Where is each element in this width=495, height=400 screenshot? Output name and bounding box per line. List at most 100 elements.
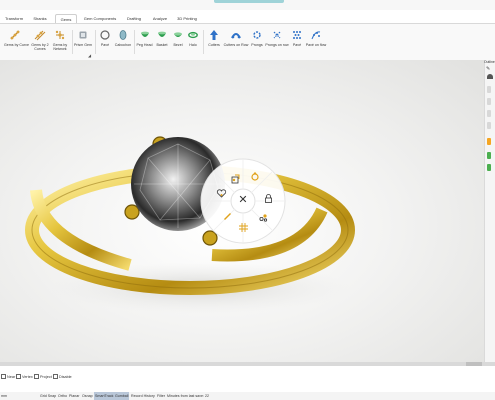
layer-swatch-green[interactable] [487, 164, 491, 171]
osnap-label: Vertex [22, 374, 33, 379]
tab-analyze[interactable]: Analyze [150, 14, 170, 23]
osnap-disable[interactable]: Disable [53, 374, 72, 379]
units-label: mm [1, 394, 7, 398]
tool-label: Cutters on Row [223, 43, 249, 47]
tool-label: Pavé [292, 43, 302, 47]
prongs-on-row-button[interactable]: Prongs on row [265, 29, 289, 47]
save-status: Minutes from last save: 22 [167, 394, 209, 398]
close-menu-icon[interactable]: ✕ [236, 193, 250, 207]
lock-icon[interactable] [263, 191, 274, 203]
tab-drafting[interactable]: Drafting [124, 14, 144, 23]
cutters-on-row-button[interactable]: Cutters on Row [223, 29, 249, 47]
planar-toggle[interactable]: Planar [69, 392, 79, 400]
ribbon-separator [203, 30, 204, 54]
tab-shanks[interactable]: Shanks [30, 14, 50, 23]
pencil-icon[interactable] [222, 208, 233, 220]
title-indicator [214, 0, 284, 3]
osnap-near[interactable]: Near [1, 374, 15, 379]
viewport-tabs-strip[interactable] [0, 362, 495, 366]
bezel-button[interactable]: Bezel [171, 29, 185, 47]
cabochon-icon [119, 30, 127, 40]
layer-swatch[interactable] [487, 98, 491, 105]
pave-button[interactable]: Pavé [98, 29, 112, 47]
gems-by-curve-button[interactable]: Gems by Curve [4, 29, 29, 47]
prism-gem-button[interactable]: Prism Gem [74, 29, 92, 47]
heart-gem-icon[interactable] [216, 186, 227, 198]
pin-icon[interactable]: ✎ [486, 66, 490, 72]
record-history-toggle[interactable]: Record History [131, 392, 155, 400]
tab-gem-components[interactable]: Gem Components [80, 14, 120, 23]
prongs-icon [253, 31, 261, 39]
pave-on-flow-icon [311, 31, 321, 40]
layer-swatch-green[interactable] [487, 152, 491, 159]
basket-button[interactable]: Basket [155, 29, 169, 47]
tool-label: Prongs on row [265, 43, 289, 47]
layer-swatch[interactable] [487, 86, 491, 93]
checkbox[interactable] [53, 374, 58, 379]
tool-label: Cutters [208, 43, 220, 47]
tool-label: Gems by Curve [4, 43, 29, 47]
basket-icon [158, 31, 166, 37]
prongs-button[interactable]: Prongs [250, 29, 264, 47]
osnap-toggle[interactable]: Osnap [82, 392, 93, 400]
transform-gem-icon[interactable] [230, 171, 241, 184]
render-icon[interactable] [487, 74, 493, 79]
tool-label: Prongs [251, 43, 263, 47]
gumball-toggle[interactable]: Gumball [114, 392, 130, 400]
gem-curve-icon [10, 30, 20, 40]
peg-head-button[interactable]: Peg Head [136, 29, 153, 47]
cutters-icon [210, 30, 218, 40]
osnap-label: Near [7, 374, 16, 379]
grid-gem-icon[interactable] [238, 220, 249, 232]
gem-two-curves-icon [34, 30, 46, 41]
panel-expand-icon[interactable]: ◢ [88, 53, 91, 58]
checkbox[interactable] [34, 374, 39, 379]
status-bar: mm Grid Snap Ortho Planar Osnap SmartTra… [0, 392, 495, 400]
filter-toggle[interactable]: Filter [157, 392, 165, 400]
tool-label: Halo [189, 43, 197, 47]
gem-cluster-icon[interactable] [258, 210, 269, 222]
tab-3d-printing[interactable]: 3D Printing [176, 14, 198, 23]
pave-grid-button[interactable]: Pavé [290, 29, 304, 47]
ribbon-panel: Gems by Curve Gems by 2 Curves Gems by N… [0, 23, 495, 61]
osnap-vertex[interactable]: Vertex [16, 374, 33, 379]
pave-on-flow-button[interactable]: Pavé on flow [305, 29, 327, 47]
tool-label: Cabochon [114, 43, 132, 47]
right-side-panel [484, 60, 495, 362]
tool-label: Gems by Network [52, 43, 68, 51]
grid-snap-toggle[interactable]: Grid Snap [40, 392, 56, 400]
ortho-toggle[interactable]: Ortho [58, 392, 67, 400]
tool-label: Bezel [173, 43, 183, 47]
osnap-project[interactable]: Project [34, 374, 52, 379]
gem-ring-icon[interactable] [250, 168, 260, 181]
peg-head-icon [140, 31, 149, 37]
pave-grid-icon [293, 31, 301, 39]
cabochon-button[interactable]: Cabochon [114, 29, 132, 47]
prongs-on-row-icon [273, 31, 281, 39]
gems-by-network-button[interactable]: Gems by Network [51, 29, 69, 51]
layer-swatch[interactable] [487, 110, 491, 117]
layer-swatch-orange[interactable] [487, 138, 491, 145]
ribbon-separator [134, 30, 135, 54]
ribbon-separator [95, 30, 96, 54]
smarttrack-toggle[interactable]: SmartTrack [94, 392, 115, 400]
panel-title: Outline [484, 60, 495, 64]
tool-label: Pavé [100, 43, 110, 47]
prong-tip [124, 204, 140, 220]
gems-by-2-curves-button[interactable]: Gems by 2 Curves [30, 29, 50, 51]
scroll-thumb[interactable] [466, 362, 482, 366]
osnap-label: Disable [59, 374, 72, 379]
prism-gem-icon [79, 31, 87, 39]
checkbox[interactable] [1, 374, 6, 379]
tool-label: Peg Head [136, 43, 153, 47]
tool-label: Gems by 2 Curves [31, 43, 49, 51]
halo-button[interactable]: Halo [186, 29, 200, 47]
3d-viewport[interactable]: ✕ [0, 60, 484, 362]
tab-transform[interactable]: Transform [3, 14, 25, 23]
cutters-button[interactable]: Cutters [206, 29, 222, 47]
tool-label: Pavé on flow [305, 43, 327, 47]
ribbon-separator [72, 30, 73, 54]
layer-swatch[interactable] [487, 122, 491, 129]
tool-label: Prism Gem [74, 43, 92, 47]
checkbox[interactable] [16, 374, 21, 379]
